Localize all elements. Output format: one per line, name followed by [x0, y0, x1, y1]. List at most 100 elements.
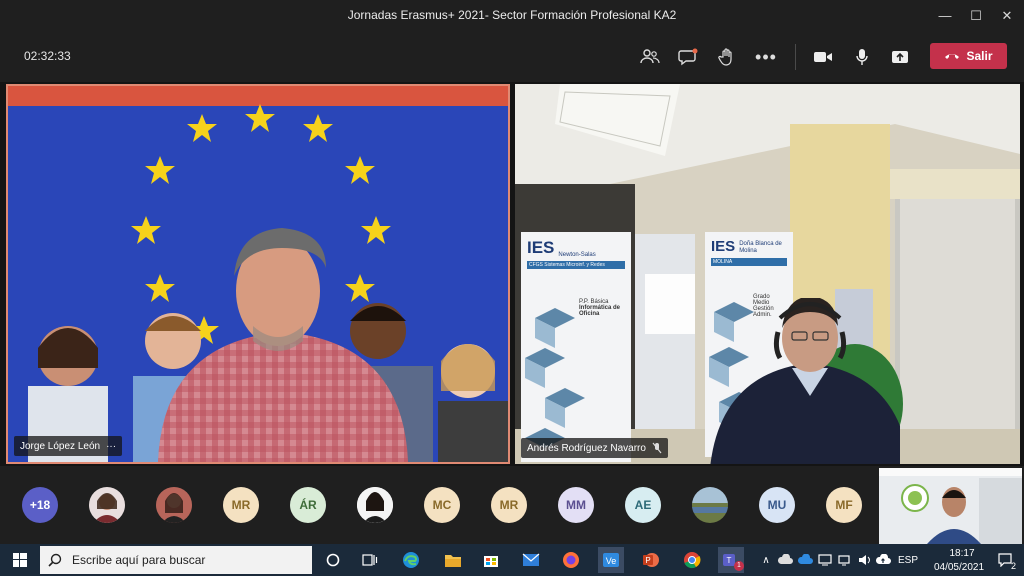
people-icon — [640, 49, 660, 64]
taskbar-chrome[interactable] — [679, 547, 705, 573]
taskbar-powerpoint[interactable]: P — [638, 547, 664, 573]
microphone-button[interactable] — [848, 44, 876, 70]
share-button[interactable] — [886, 44, 914, 70]
task-view-button[interactable] — [357, 547, 383, 573]
banner-town: MOLINA — [711, 258, 787, 266]
raise-hand-icon — [718, 48, 732, 66]
banner-brand: IES — [711, 238, 736, 255]
virtual-desktop-icon: Ve — [603, 553, 619, 567]
network-icon — [838, 555, 850, 566]
taskbar-teams[interactable]: T 1 — [718, 547, 744, 573]
self-view-video[interactable] — [879, 468, 1022, 544]
eu-flag-background — [8, 86, 508, 462]
tray-network[interactable] — [836, 547, 854, 573]
taskbar-edge[interactable] — [398, 547, 424, 573]
banner-brand: IES — [527, 238, 555, 257]
more-actions-button[interactable]: ••• — [752, 44, 780, 70]
participants-button[interactable] — [636, 44, 664, 70]
participant-name-tag: Andrés Rodríguez Navarro — [521, 438, 668, 458]
participant-avatar[interactable]: MR — [491, 487, 527, 523]
clock-time[interactable]: 18:17 — [938, 548, 986, 559]
maximize-button[interactable]: ☐ — [961, 4, 991, 28]
avatar-initials: MM — [566, 498, 586, 512]
window-titlebar: Jornadas Erasmus+ 2021- Sector Formación… — [0, 0, 1024, 32]
camera-button[interactable] — [809, 44, 837, 70]
more-options-icon[interactable]: ··· — [106, 441, 116, 452]
notification-icon — [998, 553, 1012, 567]
start-button[interactable] — [7, 547, 33, 573]
more-participants-button[interactable]: +18 — [22, 487, 58, 523]
avatar-initials: MU — [767, 498, 787, 512]
upload-cloud-icon — [876, 554, 891, 564]
video-tile-jorge[interactable]: Jorge López León ··· — [6, 84, 510, 464]
banner-school: Newton-Salas — [558, 252, 596, 258]
profile-photo — [89, 487, 125, 523]
store-icon — [484, 556, 498, 567]
participant-avatar[interactable] — [692, 487, 728, 523]
cortana-button[interactable] — [320, 547, 346, 573]
participant-avatar[interactable]: MU — [759, 487, 795, 523]
participant-avatar[interactable]: MM — [558, 487, 594, 523]
banner-cubes-graphic — [525, 308, 585, 448]
tray-onedrive[interactable] — [796, 547, 814, 573]
chat-button[interactable] — [674, 44, 702, 70]
more-count: +18 — [29, 498, 51, 512]
participant-avatar[interactable]: MF — [826, 487, 862, 523]
share-screen-icon — [892, 51, 908, 63]
participant-avatar[interactable] — [89, 487, 125, 523]
avatar-initials: AE — [634, 498, 652, 512]
participant-avatar[interactable] — [357, 487, 393, 523]
tray-volume[interactable] — [856, 547, 874, 573]
speaker-volume-icon — [859, 555, 870, 565]
taskbar-file-explorer[interactable] — [440, 547, 466, 573]
taskbar-mail[interactable] — [518, 547, 544, 573]
video-tile-andres[interactable]: IES Newton-Salas CFGS Sistemas Microinf.… — [515, 84, 1020, 464]
phone-hangup-icon — [945, 54, 960, 59]
mic-off-icon — [652, 442, 662, 454]
taskbar-firefox[interactable] — [558, 547, 584, 573]
reactions-button[interactable] — [713, 44, 741, 70]
input-language[interactable]: ESP — [898, 555, 918, 566]
self-view-image — [879, 468, 1022, 544]
clock-date[interactable]: 04/05/2021 — [928, 562, 990, 573]
taskbar-app-ve[interactable]: Ve — [598, 547, 624, 573]
profile-photo — [156, 487, 192, 523]
minimize-button[interactable]: — — [930, 4, 960, 28]
notification-center-button[interactable]: 2 — [992, 547, 1018, 573]
tray-upload[interactable] — [874, 547, 892, 573]
profile-photo — [692, 487, 728, 523]
participant-name: Jorge López León — [20, 440, 101, 452]
participant-avatar[interactable] — [156, 487, 192, 523]
firefox-icon — [563, 552, 579, 568]
show-hidden-icons[interactable]: ∧ — [758, 547, 774, 573]
banner-course: Informática de Oficina — [579, 305, 621, 317]
leave-button[interactable]: Salir — [930, 43, 1007, 69]
participant-avatar[interactable]: MC — [424, 487, 460, 523]
profile-photo — [357, 487, 393, 523]
taskbar-store[interactable] — [478, 547, 504, 573]
tray-onedrive-status[interactable] — [776, 547, 794, 573]
svg-text:P: P — [645, 556, 650, 565]
leave-label: Salir — [966, 49, 993, 63]
taskbar-search[interactable]: Escribe aquí para buscar — [40, 546, 312, 574]
svg-text:T: T — [727, 556, 732, 565]
cortana-icon — [326, 553, 340, 567]
svg-text:Ve: Ve — [606, 556, 617, 566]
meeting-toolbar: 02:32:33 ••• Salir — [0, 32, 1024, 82]
task-view-icon — [362, 554, 378, 566]
folder-icon — [445, 555, 461, 567]
avatar-initials: ÁR — [299, 498, 317, 512]
banner-left: IES Newton-Salas CFGS Sistemas Microinf.… — [521, 232, 631, 462]
more-icon: ••• — [755, 46, 777, 67]
participant-avatar[interactable]: MR — [223, 487, 259, 523]
search-icon — [48, 553, 62, 567]
participant-name-tag: Jorge López León ··· — [14, 436, 123, 456]
window-title: Jornadas Erasmus+ 2021- Sector Formación… — [347, 8, 677, 22]
banner-subtitle: CFGS Sistemas Microinf. y Redes — [527, 261, 625, 269]
tray-device[interactable] — [816, 547, 834, 573]
participant-avatar[interactable]: AE — [625, 487, 661, 523]
close-button[interactable]: ✕ — [992, 4, 1022, 28]
mail-icon — [522, 553, 540, 566]
participant-avatar[interactable]: ÁR — [290, 487, 326, 523]
camera-icon — [814, 52, 832, 62]
